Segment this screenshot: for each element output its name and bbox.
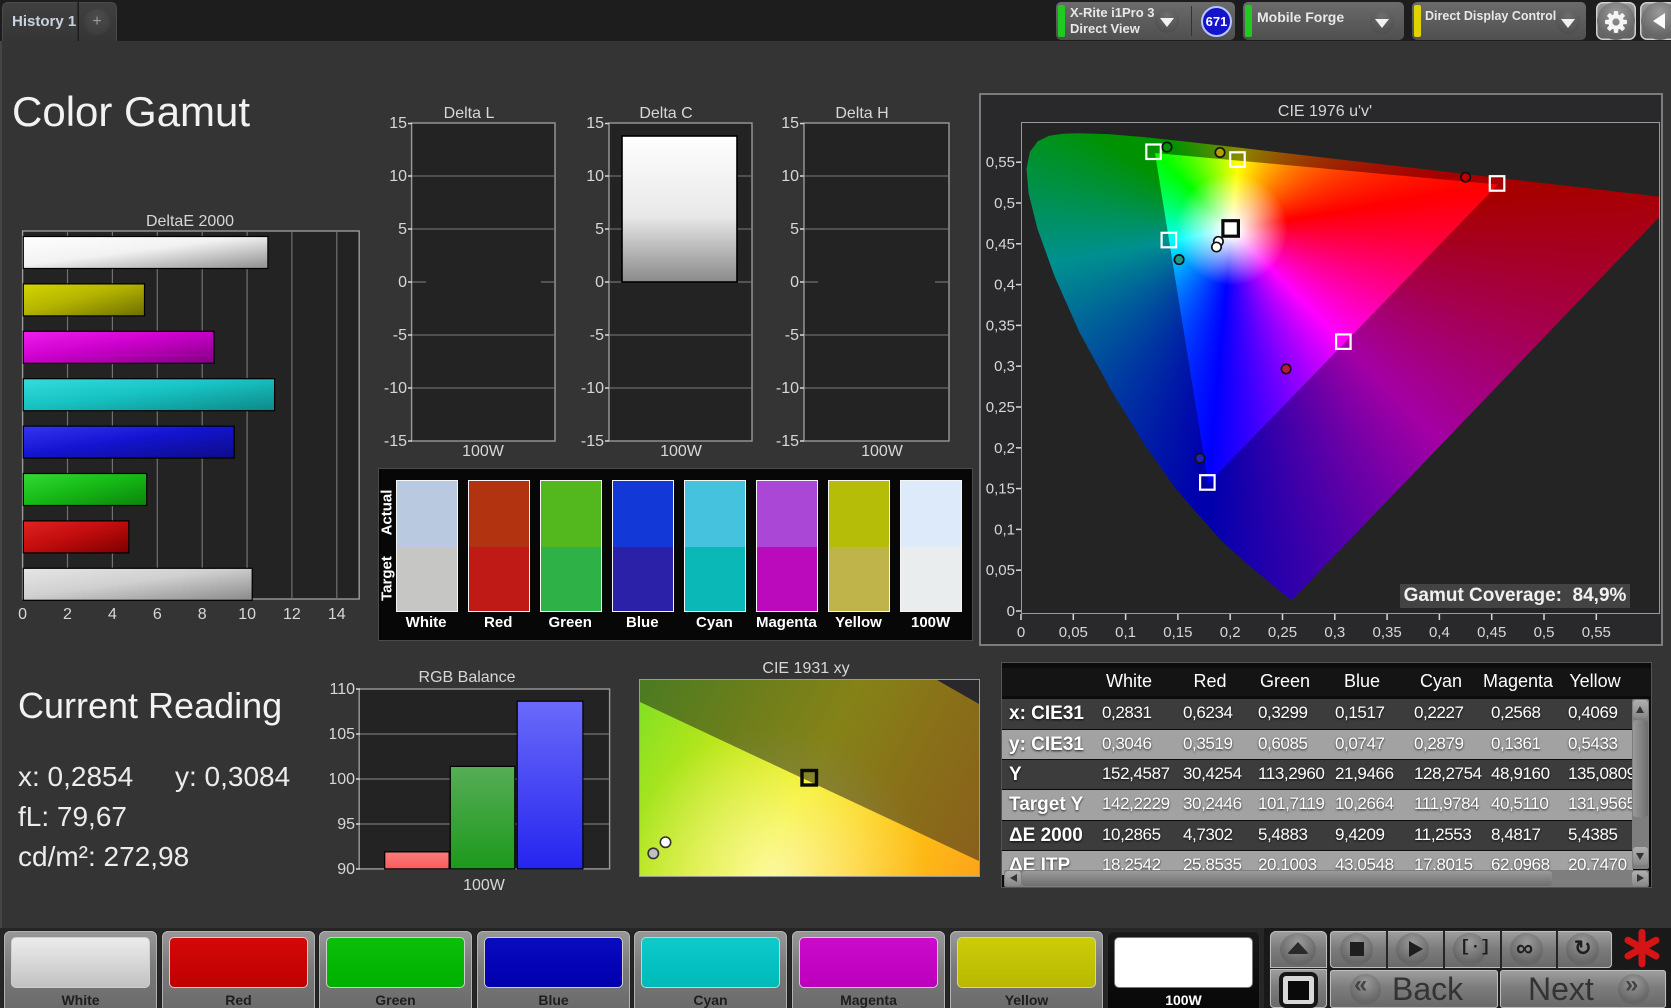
svg-text:0,4: 0,4 bbox=[1429, 624, 1450, 641]
svg-text:5: 5 bbox=[790, 221, 799, 238]
svg-text:100W: 100W bbox=[463, 877, 506, 894]
svg-text:0,4: 0,4 bbox=[994, 277, 1015, 294]
svg-text:0,3: 0,3 bbox=[1324, 624, 1345, 641]
svg-text:0,1: 0,1 bbox=[1115, 624, 1136, 641]
svg-text:-5: -5 bbox=[785, 327, 799, 344]
svg-text:0,05: 0,05 bbox=[1059, 624, 1088, 641]
svg-text:0,45: 0,45 bbox=[1477, 624, 1506, 641]
svg-text:0,15: 0,15 bbox=[986, 481, 1015, 498]
svg-text:5: 5 bbox=[398, 221, 407, 238]
svg-text:-5: -5 bbox=[590, 327, 604, 344]
svg-text:Delta C: Delta C bbox=[639, 105, 692, 122]
svg-text:4: 4 bbox=[108, 606, 117, 623]
svg-text:10: 10 bbox=[586, 168, 604, 185]
svg-text:0: 0 bbox=[398, 274, 407, 291]
svg-text:100W: 100W bbox=[660, 443, 703, 460]
svg-text:100W: 100W bbox=[462, 443, 505, 460]
svg-text:15: 15 bbox=[389, 115, 407, 132]
svg-text:0,2: 0,2 bbox=[1220, 624, 1241, 641]
svg-text:-10: -10 bbox=[581, 380, 604, 397]
svg-text:-15: -15 bbox=[581, 433, 604, 450]
svg-text:-15: -15 bbox=[776, 433, 799, 450]
svg-text:0,5: 0,5 bbox=[994, 195, 1015, 212]
svg-text:0: 0 bbox=[1007, 603, 1015, 620]
svg-text:15: 15 bbox=[586, 115, 604, 132]
svg-text:0,35: 0,35 bbox=[1372, 624, 1401, 641]
svg-text:-10: -10 bbox=[384, 380, 407, 397]
svg-text:Delta H: Delta H bbox=[835, 105, 888, 122]
svg-text:110: 110 bbox=[330, 681, 355, 698]
svg-text:100: 100 bbox=[330, 771, 355, 788]
svg-text:0,3: 0,3 bbox=[994, 358, 1015, 375]
svg-text:95: 95 bbox=[337, 816, 355, 833]
svg-text:6: 6 bbox=[153, 606, 162, 623]
svg-text:105: 105 bbox=[330, 726, 355, 743]
svg-text:0,1: 0,1 bbox=[994, 521, 1015, 538]
svg-text:0,45: 0,45 bbox=[986, 236, 1015, 253]
svg-text:-15: -15 bbox=[384, 433, 407, 450]
svg-text:0,5: 0,5 bbox=[1534, 624, 1555, 641]
svg-text:0,15: 0,15 bbox=[1163, 624, 1192, 641]
svg-text:0,55: 0,55 bbox=[986, 154, 1015, 171]
svg-text:12: 12 bbox=[283, 606, 301, 623]
svg-text:5: 5 bbox=[595, 221, 604, 238]
svg-text:0,25: 0,25 bbox=[986, 399, 1015, 416]
svg-text:Delta L: Delta L bbox=[444, 105, 495, 122]
svg-text:10: 10 bbox=[238, 606, 256, 623]
svg-text:8: 8 bbox=[198, 606, 207, 623]
svg-text:0: 0 bbox=[1017, 624, 1025, 641]
svg-text:90: 90 bbox=[337, 861, 355, 878]
svg-text:-10: -10 bbox=[776, 380, 799, 397]
svg-text:0: 0 bbox=[595, 274, 604, 291]
svg-text:14: 14 bbox=[328, 606, 346, 623]
svg-text:0: 0 bbox=[18, 606, 27, 623]
svg-text:0,55: 0,55 bbox=[1582, 624, 1611, 641]
svg-text:0: 0 bbox=[790, 274, 799, 291]
svg-text:15: 15 bbox=[781, 115, 799, 132]
svg-text:0,35: 0,35 bbox=[986, 317, 1015, 334]
svg-text:10: 10 bbox=[389, 168, 407, 185]
svg-text:2: 2 bbox=[63, 606, 72, 623]
svg-text:0,2: 0,2 bbox=[994, 440, 1015, 457]
svg-text:10: 10 bbox=[781, 168, 799, 185]
svg-text:-5: -5 bbox=[393, 327, 407, 344]
svg-text:0,05: 0,05 bbox=[986, 562, 1015, 579]
svg-text:0,25: 0,25 bbox=[1268, 624, 1297, 641]
svg-text:100W: 100W bbox=[861, 443, 904, 460]
